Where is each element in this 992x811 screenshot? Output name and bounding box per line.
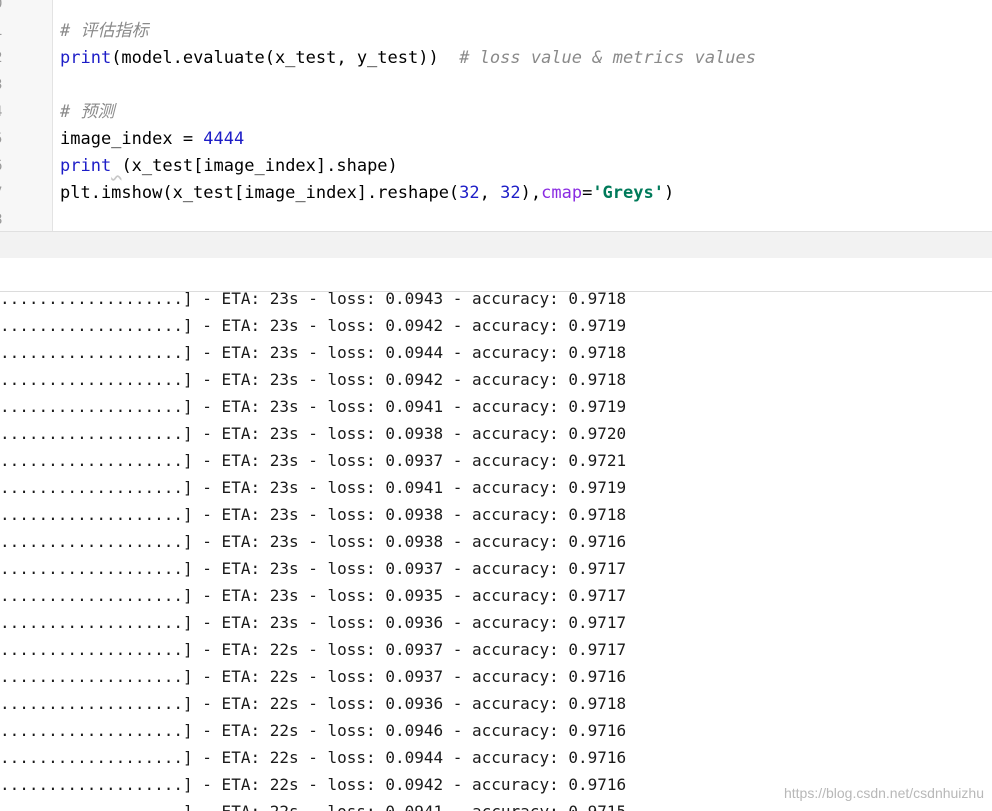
code-text: # 预测 — [60, 99, 114, 126]
code-token: print — [60, 156, 112, 176]
code-line[interactable]: 3 — [0, 72, 992, 99]
code-text: image_index = 4444 — [60, 126, 244, 153]
code-line[interactable]: 6 print (x_test[image_index].shape) — [0, 153, 992, 180]
code-cell-editor[interactable]: 01# 评估指标2print(model.evaluate(x_test, y_… — [0, 0, 992, 231]
log-line: ...................] - ETA: 23s - loss: … — [0, 532, 627, 551]
code-text: plt.imshow(x_test[image_index].reshape(3… — [60, 180, 674, 207]
log-line: ...................] - ETA: 22s - loss: … — [0, 640, 627, 659]
code-token: 32 — [500, 183, 521, 203]
code-line[interactable]: 2 print(model.evaluate(x_test, y_test)) #… — [0, 45, 992, 72]
log-line: ...................] - ETA: 23s - loss: … — [0, 397, 627, 416]
code-token: # loss value & metrics values — [459, 48, 756, 68]
training-output-log[interactable]: ...................] - ETA: 23s - loss: … — [0, 292, 992, 811]
log-line: ...................] - ETA: 23s - loss: … — [0, 424, 627, 443]
code-line[interactable]: 4 # 预测 — [0, 99, 992, 126]
output-header — [0, 258, 992, 292]
code-token: plt.imshow(x_test[image_index].reshape( — [60, 183, 460, 203]
log-line: ...................] - ETA: 23s - loss: … — [0, 343, 627, 362]
line-number: 3 — [0, 72, 14, 99]
log-line: ...................] - ETA: 23s - loss: … — [0, 559, 627, 578]
code-token: , — [479, 183, 501, 203]
log-line: ...................] - ETA: 23s - loss: … — [0, 478, 627, 497]
line-number: 0 — [0, 0, 14, 18]
line-number: 4 — [0, 99, 14, 126]
code-line[interactable]: 7 plt.imshow(x_test[image_index].reshape(… — [0, 180, 992, 207]
code-token: # 预测 — [60, 102, 115, 122]
code-token: 'Greys' — [592, 183, 664, 203]
code-text: print(model.evaluate(x_test, y_test)) # … — [60, 45, 756, 72]
line-number: 5 — [0, 126, 14, 153]
log-line: ...................] - ETA: 22s - loss: … — [0, 748, 627, 767]
log-line: ...................] - ETA: 23s - loss: … — [0, 586, 627, 605]
code-line[interactable]: 5 image_index = 4444 — [0, 126, 992, 153]
log-line: ...................] - ETA: 23s - loss: … — [0, 316, 627, 335]
code-line[interactable]: 0 — [0, 0, 992, 18]
log-line: ...................] - ETA: 23s - loss: … — [0, 451, 627, 470]
line-number: 2 — [0, 45, 14, 72]
code-token: (model.evaluate(x_test, y_test)) — [111, 48, 460, 68]
code-token: ), — [520, 183, 542, 203]
code-token: 32 — [459, 183, 480, 203]
code-token: print — [60, 48, 112, 68]
log-line: ...................] - ETA: 23s - loss: … — [0, 613, 627, 632]
code-text: print (x_test[image_index].shape) — [60, 153, 398, 180]
log-line: ...................] - ETA: 22s - loss: … — [0, 667, 627, 686]
log-line: ...................] - ETA: 22s - loss: … — [0, 804, 992, 811]
code-token: = — [582, 183, 593, 203]
code-text: # 评估指标 — [60, 18, 148, 45]
log-line: ...................] - ETA: 23s - loss: … — [0, 292, 627, 308]
code-line[interactable]: 8 — [0, 207, 992, 231]
code-token: image_index = — [60, 129, 204, 149]
line-number: 1 — [0, 18, 14, 45]
notebook-window: 01# 评估指标2print(model.evaluate(x_test, y_… — [0, 0, 992, 811]
line-number: 6 — [0, 153, 14, 180]
log-line: ...................] - ETA: 22s - loss: … — [0, 721, 627, 740]
code-token: 4444 — [203, 129, 245, 149]
log-line: ...................] - ETA: 22s - loss: … — [0, 694, 627, 713]
line-number: 8 — [0, 207, 14, 231]
line-number: 7 — [0, 180, 14, 207]
code-token: # 评估指标 — [60, 21, 149, 41]
log-line: ...................] - ETA: 23s - loss: … — [0, 370, 627, 389]
log-line: ...................] - ETA: 23s - loss: … — [0, 505, 627, 524]
code-token: cmap — [541, 183, 583, 203]
code-token: (x_test[image_index].shape) — [121, 156, 398, 176]
cell-toolbar — [0, 231, 992, 259]
code-token: ) — [663, 183, 675, 203]
watermark-text: https://blog.csdn.net/csdnhuizhu — [783, 785, 984, 801]
code-line[interactable]: 1 # 评估指标 — [0, 18, 992, 45]
